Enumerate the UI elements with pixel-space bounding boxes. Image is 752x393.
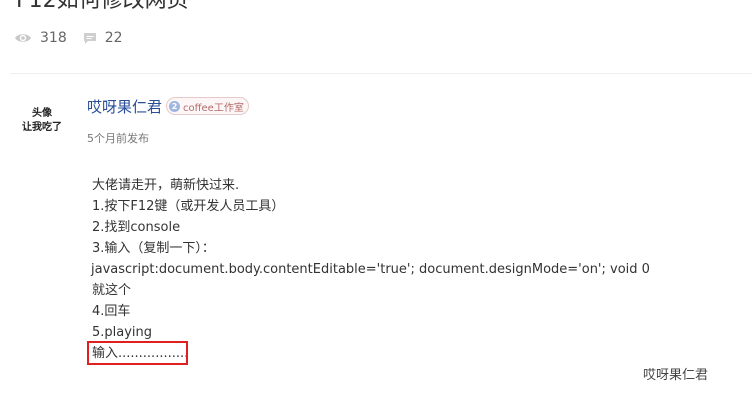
author-name-link[interactable]: 哎呀果仁君 bbox=[87, 96, 162, 117]
divider bbox=[10, 73, 752, 74]
comments-count: 22 bbox=[104, 30, 123, 46]
content-line: 5.playing bbox=[92, 325, 153, 340]
red-highlight-box bbox=[87, 341, 188, 365]
badge-label: coffee工作室 bbox=[183, 102, 244, 114]
answer-content: 大佬请走开，萌新快过来. 1.按下F12键（或开发人员工具） 2.找到conso… bbox=[91, 175, 692, 364]
comment-icon bbox=[83, 32, 96, 44]
content-line: 3.输入（复制一下）： bbox=[92, 241, 215, 256]
avatar-text-line1: 头像 bbox=[32, 108, 52, 119]
views-count: 318 bbox=[40, 30, 67, 46]
content-line: 1.按下F12键（或开发人员工具） bbox=[92, 199, 285, 214]
team-badge[interactable]: 2 coffee工作室 bbox=[166, 97, 249, 115]
content-line: 就这个 bbox=[92, 283, 132, 298]
signature: 哎呀果仁君 bbox=[643, 368, 709, 383]
post-time: 5个月前发布 bbox=[87, 132, 149, 145]
comments-stat: 22 bbox=[83, 30, 123, 46]
badge-level-icon: 2 bbox=[169, 100, 181, 112]
content-line: 大佬请走开，萌新快过来. bbox=[92, 178, 240, 193]
content-line: 2.找到console bbox=[92, 220, 181, 235]
question-stats: 318 22 bbox=[14, 28, 139, 48]
content-line: 4.回车 bbox=[92, 304, 131, 319]
question-title: F12如何修改网页 bbox=[16, 0, 189, 13]
answer-page: F12如何修改网页 318 22 头像 让我吃了 哎呀果仁君 2 coffee工… bbox=[0, 0, 752, 393]
content-code-line: javascript:document.body.contentEditable… bbox=[91, 262, 650, 277]
avatar[interactable]: 头像 让我吃了 bbox=[18, 107, 66, 135]
eye-icon bbox=[15, 34, 31, 42]
views-stat: 318 bbox=[14, 30, 67, 46]
avatar-text-line2: 让我吃了 bbox=[22, 122, 62, 133]
author-row: 哎呀果仁君 2 coffee工作室 bbox=[87, 95, 249, 117]
